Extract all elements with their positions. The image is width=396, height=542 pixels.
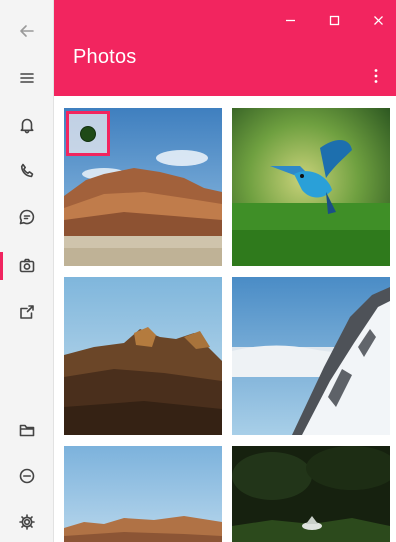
share-icon — [20, 305, 34, 319]
back-button[interactable] — [0, 11, 54, 51]
photo-tile[interactable] — [232, 277, 390, 435]
photo-tile[interactable] — [232, 446, 390, 542]
sidebar — [0, 0, 54, 542]
photo-snowy-mountain — [232, 277, 390, 435]
photo-hummingbird — [232, 108, 390, 266]
photo-desert-plateau — [64, 446, 222, 542]
chat-icon — [19, 209, 35, 225]
maximize-icon — [329, 15, 339, 25]
photo-rocky-hill-at-dusk — [64, 277, 222, 435]
minus-circle-icon — [19, 468, 35, 484]
more-options-button[interactable] — [364, 64, 388, 88]
photo-tile[interactable] — [64, 446, 222, 542]
minimize-button[interactable] — [276, 8, 304, 32]
close-icon — [373, 15, 383, 25]
minimize-icon — [285, 19, 295, 21]
messages-button[interactable] — [0, 197, 54, 237]
camera-icon — [19, 258, 35, 273]
more-vertical-icon — [374, 69, 378, 83]
photo-dark-forest — [232, 446, 390, 542]
files-button[interactable] — [0, 410, 54, 450]
folder-icon — [19, 424, 35, 437]
bell-icon — [20, 118, 34, 134]
title-bar: Photos — [54, 0, 396, 96]
page-title: Photos — [73, 46, 137, 68]
notifications-button[interactable] — [0, 105, 54, 145]
phone-icon — [20, 163, 34, 178]
close-button[interactable] — [364, 8, 392, 32]
do-not-disturb-button[interactable] — [0, 456, 54, 496]
back-icon — [20, 25, 34, 37]
menu-icon — [20, 73, 34, 83]
maximize-button[interactable] — [320, 8, 348, 32]
menu-button[interactable] — [0, 58, 54, 98]
photos-button[interactable] — [0, 246, 54, 286]
calls-button[interactable] — [0, 151, 54, 191]
gear-icon — [19, 514, 35, 530]
photo-select-checkbox[interactable] — [66, 111, 110, 156]
photo-tile[interactable] — [64, 277, 222, 435]
apps-button[interactable] — [0, 292, 54, 332]
photo-tile[interactable] — [232, 108, 390, 266]
selected-indicator-icon — [80, 125, 96, 142]
settings-button[interactable] — [0, 502, 54, 542]
